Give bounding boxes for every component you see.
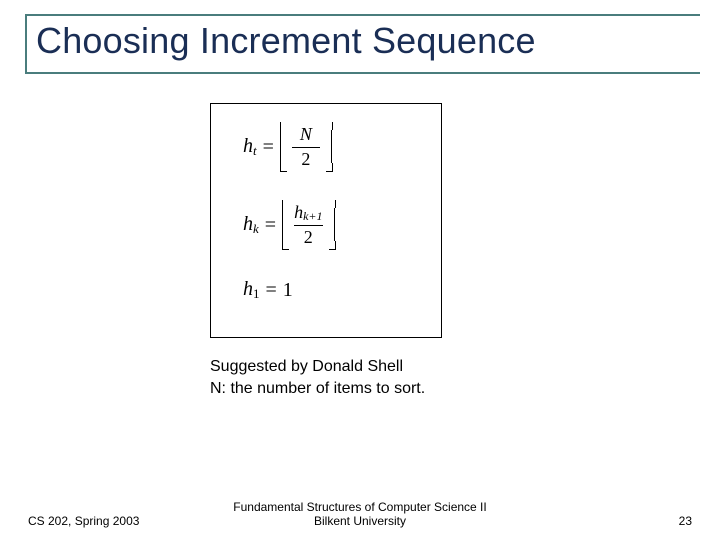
top-rule [25,14,700,16]
eq2-lhs: hk [243,213,259,237]
eq3-rhs: 1 [283,279,293,302]
formula-h1: h1 = 1 [243,278,423,302]
equals-sign: = [266,279,277,302]
floor-bracket: N 2 [280,122,332,172]
eq1-numerator: N [300,125,312,145]
equals-sign: = [263,136,274,159]
formula-ht: ht = N 2 [243,122,423,172]
left-rule [25,14,27,72]
body-text: Suggested by Donald Shell N: the number … [210,356,425,399]
eq1-lhs: ht [243,135,257,159]
formula-box: ht = N 2 hk = hk+1 [210,103,442,338]
eq3-lhs: h1 [243,278,260,302]
footer: CS 202, Spring 2003 Fundamental Structur… [0,500,720,528]
slide: Choosing Increment Sequence ht = N 2 hk … [0,0,720,540]
body-line-2: N: the number of items to sort. [210,378,425,400]
formula-hk: hk = hk+1 2 [243,200,423,250]
floor-bracket: hk+1 2 [282,200,334,250]
eq1-denominator: 2 [301,150,310,170]
footer-center: Fundamental Structures of Computer Scien… [188,500,532,528]
under-title-rule [25,72,700,74]
body-line-1: Suggested by Donald Shell [210,356,425,378]
eq2-numerator: hk+1 [294,203,322,223]
eq2-denominator: 2 [304,228,313,248]
page-number: 23 [532,514,692,528]
footer-left: CS 202, Spring 2003 [28,514,188,528]
equals-sign: = [265,214,276,237]
slide-title: Choosing Increment Sequence [36,20,536,62]
